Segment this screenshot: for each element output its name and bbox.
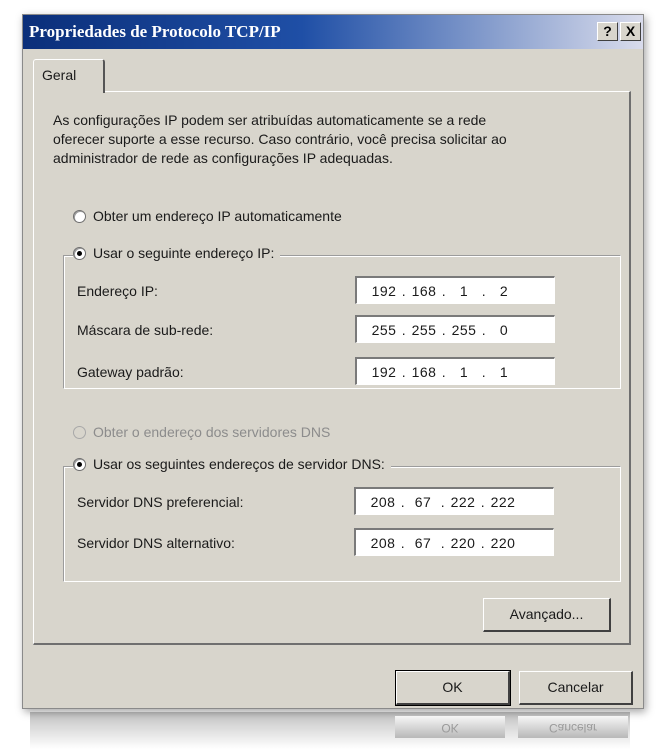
dns-manual-label: Usar os seguintes endereços de servidor … (93, 456, 385, 472)
gateway-octet-1: 192 (371, 363, 397, 380)
dns-auto-radio[interactable] (73, 425, 86, 439)
dns-alternate-input[interactable]: 208. 67. 220. 220 (354, 528, 554, 556)
octet-separator: . (480, 493, 486, 510)
dns-alternate-octet-3: 220 (450, 534, 476, 551)
description-text: As configurações IP podem ser atribuídas… (53, 112, 507, 166)
octet-separator: . (401, 363, 407, 380)
advanced-button[interactable]: Avançado... (483, 598, 611, 632)
cancel-button[interactable]: Cancelar (519, 671, 633, 705)
ip-manual-label: Usar o seguinte endereço IP: (93, 245, 275, 261)
dns-auto-label: Obter o endereço dos servidores DNS (93, 424, 331, 440)
dns-alternate-octet-1: 208 (370, 534, 396, 551)
gateway-octet-3: 1 (459, 363, 469, 380)
octet-separator: . (481, 321, 487, 338)
dns-preferred-octet-2: 67 (414, 493, 432, 510)
close-button[interactable]: X (620, 22, 641, 41)
octet-separator: . (441, 321, 447, 338)
dns-preferred-octet-4: 222 (490, 493, 516, 510)
dns-alternate-octet-2: 67 (414, 534, 432, 551)
octet-separator: . (400, 534, 406, 551)
dns-settings-group (63, 466, 621, 582)
tab-geral[interactable]: Geral (33, 59, 105, 93)
gateway-octet-2: 168 (411, 363, 437, 380)
ip-address-octet-4: 2 (499, 282, 509, 299)
subnet-mask-octet-1: 255 (371, 321, 397, 338)
help-button[interactable]: ? (597, 22, 618, 41)
ip-address-octet-1: 192 (371, 282, 397, 299)
ip-manual-radio[interactable] (73, 246, 86, 260)
ip-address-octet-2: 168 (411, 282, 437, 299)
octet-separator: . (441, 363, 447, 380)
ip-address-octet-3: 1 (459, 282, 469, 299)
ip-manual-option[interactable]: Usar o seguinte endereço IP: (73, 245, 281, 261)
dns-auto-option[interactable]: Obter o endereço dos servidores DNS (73, 424, 330, 440)
ok-button[interactable]: OK (395, 670, 511, 706)
octet-separator: . (440, 493, 446, 510)
octet-separator: . (480, 534, 486, 551)
subnet-mask-octet-2: 255 (411, 321, 437, 338)
dns-preferred-label: Servidor DNS preferencial: (77, 494, 244, 510)
ok-button-reflection: OK (395, 716, 505, 738)
ip-auto-option[interactable]: Obter um endereço IP automaticamente (73, 208, 342, 224)
octet-separator: . (441, 282, 447, 299)
dns-preferred-octet-1: 208 (370, 493, 396, 510)
dns-manual-option[interactable]: Usar os seguintes endereços de servidor … (73, 456, 391, 472)
title-bar[interactable]: Propriedades de Protocolo TCP/IP ? X (23, 15, 643, 49)
octet-separator: . (401, 282, 407, 299)
octet-separator: . (440, 534, 446, 551)
dns-preferred-input[interactable]: 208. 67. 222. 222 (354, 487, 554, 515)
subnet-mask-octet-4: 0 (499, 321, 509, 338)
subnet-mask-input[interactable]: 255. 255. 255. 0 (355, 315, 555, 343)
gateway-input[interactable]: 192. 168. 1. 1 (355, 357, 555, 385)
subnet-mask-label: Máscara de sub-rede: (77, 322, 214, 338)
tcpip-properties-dialog: Propriedades de Protocolo TCP/IP ? X Ger… (22, 14, 644, 709)
octet-separator: . (481, 282, 487, 299)
octet-separator: . (481, 363, 487, 380)
window-title: Propriedades de Protocolo TCP/IP (29, 22, 281, 41)
ip-auto-label: Obter um endereço IP automaticamente (93, 208, 342, 224)
dns-preferred-octet-3: 222 (450, 493, 476, 510)
octet-separator: . (400, 493, 406, 510)
gateway-label: Gateway padrão: (77, 364, 184, 380)
ip-address-input[interactable]: 192. 168. 1. 2 (355, 276, 555, 304)
dns-alternate-label: Servidor DNS alternativo: (77, 535, 235, 551)
ip-address-label: Endereço IP: (77, 283, 158, 299)
subnet-mask-octet-3: 255 (451, 321, 477, 338)
dns-manual-radio[interactable] (73, 457, 86, 471)
cancel-button-reflection: Cancelar (518, 716, 628, 738)
gateway-octet-4: 1 (499, 363, 509, 380)
octet-separator: . (401, 321, 407, 338)
dns-alternate-octet-4: 220 (490, 534, 516, 551)
tab-geral-label: Geral (42, 67, 77, 83)
ip-auto-radio[interactable] (73, 209, 86, 223)
